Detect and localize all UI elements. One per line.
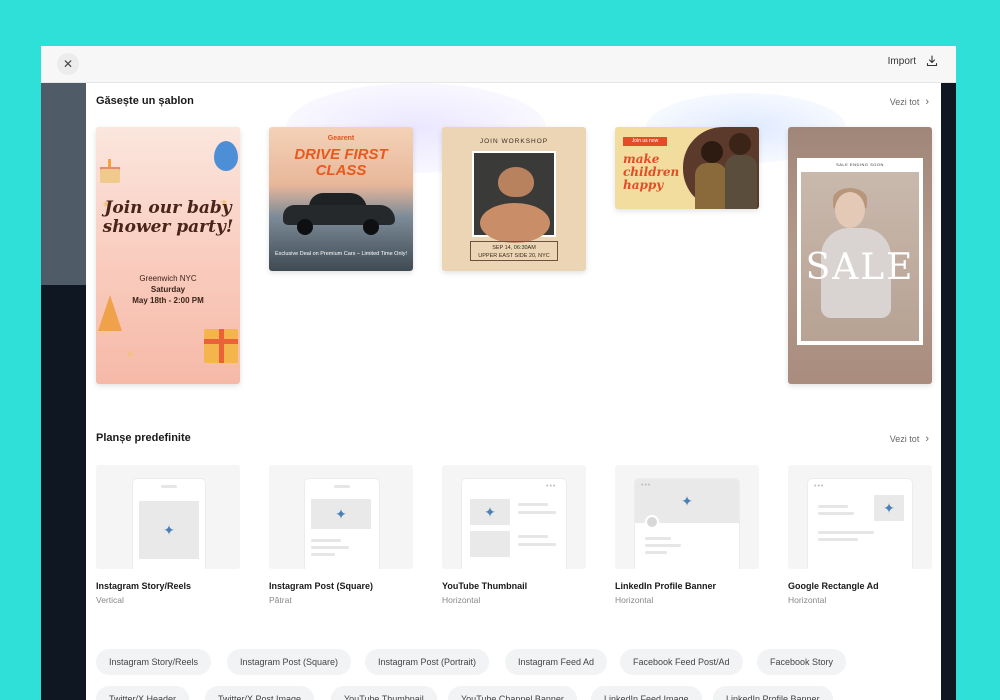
- chip-twitter-post-image[interactable]: Twitter/X Post Image: [205, 686, 315, 700]
- card-info-date: SEP 14, 06:30AM: [492, 245, 536, 251]
- sparkle-icon: ✦: [311, 499, 371, 529]
- modal-topbar: ✕ Import: [41, 46, 956, 83]
- chip-facebook-story[interactable]: Facebook Story: [757, 649, 847, 675]
- preset-label: YouTube Thumbnail: [442, 581, 528, 591]
- gift-icon: [204, 329, 238, 363]
- presets-see-all-link[interactable]: Vezi tot ›: [890, 433, 929, 445]
- template-modal: ✕ Import Găsește un șablon Vezi tot › ★ …: [41, 46, 956, 700]
- chip-instagram-story-reels[interactable]: Instagram Story/Reels: [96, 649, 212, 675]
- teapot-image: [472, 151, 556, 243]
- see-all-label: Vezi tot: [889, 97, 920, 107]
- preset-sub: Horizontal: [788, 595, 827, 605]
- card-tag: Join us now: [623, 137, 667, 146]
- preset-card-youtube-thumbnail[interactable]: ••• ✦: [442, 465, 586, 569]
- chip-instagram-post-square[interactable]: Instagram Post (Square): [227, 649, 352, 675]
- card-info: SEP 14, 06:30AM UPPER EAST SIDE 20, NYC: [470, 241, 558, 261]
- card-subtitle: Exclusive Deal on Premium Cars – Limited…: [274, 251, 408, 257]
- sparkle-icon: ✦: [874, 495, 904, 521]
- chip-facebook-feed-post-ad[interactable]: Facebook Feed Post/Ad: [620, 649, 743, 675]
- preset-card-instagram-post[interactable]: ✦: [269, 465, 413, 569]
- preset-sub: Pătrat: [269, 595, 292, 605]
- preset-sub: Horizontal: [442, 595, 481, 605]
- chevron-right-icon: ›: [925, 96, 929, 108]
- templates-section-title: Găsește un șablon: [96, 95, 194, 107]
- download-icon: [926, 55, 938, 67]
- modal-content: Găsește un șablon Vezi tot › ★ ★ ★ Join …: [86, 83, 941, 700]
- chip-instagram-feed-ad[interactable]: Instagram Feed Ad: [505, 649, 608, 675]
- preset-card-google-ad[interactable]: ••• ✦: [788, 465, 932, 569]
- preset-label: Instagram Story/Reels: [96, 581, 192, 591]
- card-heading: Join our baby shower party!: [102, 198, 234, 237]
- card-heading: DRIVE FIRST CLASS: [294, 146, 388, 179]
- children-photo: [683, 127, 759, 209]
- preset-card-linkedin-banner[interactable]: ✦ •••: [615, 465, 759, 569]
- template-card-workshop[interactable]: JOIN WORKSHOP SEP 14, 06:30AM UPPER EAST…: [442, 127, 586, 271]
- chip-youtube-thumbnail[interactable]: YouTube Thumbnail: [331, 686, 437, 700]
- preset-label: Google Rectangle Ad: [788, 581, 879, 591]
- card-top-text: SALE ENDING SOON: [836, 162, 884, 167]
- template-card-car-ad[interactable]: Gearent DRIVE FIRST CLASS Exclusive Deal…: [269, 127, 413, 271]
- preset-card-instagram-story[interactable]: ✦: [96, 465, 240, 569]
- preset-label: LinkedIn Profile Banner: [615, 581, 717, 591]
- template-card-sale[interactable]: SALE ENDING SOON SALE: [788, 127, 932, 384]
- card-heading: make children happy: [623, 152, 680, 192]
- import-button[interactable]: Import: [888, 55, 938, 67]
- cake-icon: [98, 159, 120, 183]
- card-sale-word: SALE: [805, 247, 915, 288]
- car-image: [283, 191, 395, 235]
- card-brand: Gearent: [327, 135, 355, 142]
- chip-twitter-header[interactable]: Twitter/X Header: [96, 686, 190, 700]
- close-icon: ✕: [62, 57, 74, 71]
- party-hat-icon: [98, 295, 122, 331]
- card-day: Saturday: [150, 285, 186, 294]
- template-card-charity[interactable]: Join us now make children happy: [615, 127, 759, 209]
- import-label: Import: [887, 55, 916, 67]
- preset-sub: Horizontal: [615, 595, 654, 605]
- chip-linkedin-feed-image[interactable]: LinkedIn Feed Image: [591, 686, 702, 700]
- templates-see-all-link[interactable]: Vezi tot ›: [890, 96, 929, 108]
- chip-linkedin-profile-banner[interactable]: LinkedIn Profile Banner: [713, 686, 833, 700]
- close-button[interactable]: ✕: [57, 53, 79, 75]
- chevron-right-icon: ›: [925, 433, 929, 445]
- sparkle-icon: ✦: [139, 501, 199, 559]
- preset-sub: Vertical: [96, 595, 124, 605]
- star-icon: ★: [126, 349, 135, 359]
- card-info-place: UPPER EAST SIDE 20, NYC: [478, 253, 550, 259]
- presets-section-title: Planșe predefinite: [96, 432, 191, 444]
- template-card-baby-shower[interactable]: ★ ★ ★ Join our baby shower party! Greenw…: [96, 127, 240, 384]
- card-location: Greenwich NYC: [139, 274, 197, 283]
- sparkle-icon: ✦: [470, 499, 510, 525]
- card-title: JOIN WORKSHOP: [479, 138, 549, 145]
- preset-label: Instagram Post (Square): [269, 581, 374, 591]
- balloon-icon: [214, 141, 238, 171]
- chip-instagram-post-portrait[interactable]: Instagram Post (Portrait): [365, 649, 490, 675]
- chip-youtube-channel-banner[interactable]: YouTube Channel Banner: [448, 686, 577, 700]
- see-all-label: Vezi tot: [889, 434, 920, 444]
